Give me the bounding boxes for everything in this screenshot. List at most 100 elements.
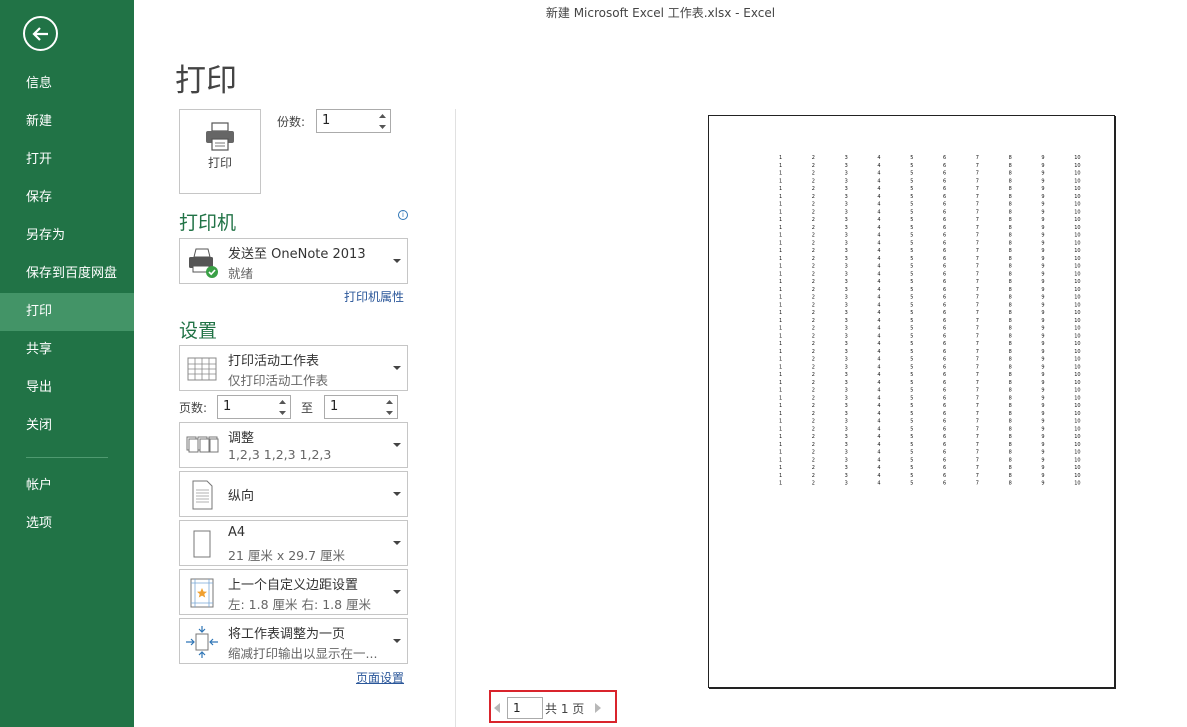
preview-cell: 4	[877, 388, 880, 394]
spin-down-icon[interactable]	[382, 407, 397, 418]
orientation-dropdown[interactable]: 纵向	[179, 471, 408, 517]
scaling-dropdown[interactable]: 将工作表调整为一页 缩减打印输出以显示在一...	[179, 618, 408, 664]
spin-up-icon[interactable]	[275, 396, 290, 407]
preview-cell: 10	[1074, 256, 1080, 262]
print-button-label: 打印	[207, 156, 232, 170]
pages-from-arrows[interactable]	[275, 396, 290, 418]
preview-cell: 8	[1009, 426, 1012, 432]
nav-open[interactable]: 打开	[0, 141, 134, 179]
nav-save[interactable]: 保存	[0, 179, 134, 217]
preview-cell: 2	[812, 442, 815, 448]
preview-cell: 2	[812, 163, 815, 169]
preview-cell: 5	[910, 264, 913, 270]
preview-cell: 5	[910, 202, 913, 208]
pages-from-spinner[interactable]: 1	[217, 395, 291, 419]
preview-cell: 3	[845, 364, 848, 370]
printer-properties-link[interactable]: 打印机属性	[344, 288, 404, 305]
spin-down-icon[interactable]	[275, 407, 290, 418]
pages-to-spinner[interactable]: 1	[324, 395, 398, 419]
preview-cell: 10	[1074, 279, 1080, 285]
copies-spinner[interactable]: 1	[316, 109, 391, 133]
preview-cell: 10	[1074, 209, 1080, 215]
info-icon[interactable]: i	[398, 210, 408, 220]
preview-cell: 2	[812, 457, 815, 463]
preview-cell: 6	[943, 271, 946, 277]
preview-cell: 8	[1009, 388, 1012, 394]
pages-to-value[interactable]: 1	[330, 399, 338, 414]
nav-save-to-baidu[interactable]: 保存到百度网盘	[0, 255, 134, 293]
print-scope-dropdown[interactable]: 打印活动工作表 仅打印活动工作表	[179, 345, 408, 391]
spin-up-icon[interactable]	[375, 110, 390, 121]
preview-cell: 6	[943, 186, 946, 192]
preview-cell: 7	[976, 341, 979, 347]
preview-cell: 4	[877, 380, 880, 386]
previous-page-icon[interactable]	[494, 703, 500, 713]
preview-cell: 5	[910, 442, 913, 448]
next-page-icon[interactable]	[595, 703, 601, 713]
preview-cell: 8	[1009, 155, 1012, 161]
nav-print[interactable]: 打印	[0, 293, 134, 331]
printer-dropdown[interactable]: 发送至 OneNote 2013 就绪	[179, 238, 408, 284]
nav-account[interactable]: 帐户	[0, 467, 134, 505]
preview-cell: 3	[845, 178, 848, 184]
page-setup-link[interactable]: 页面设置	[356, 669, 404, 686]
preview-cell: 3	[845, 233, 848, 239]
preview-cell: 7	[976, 194, 979, 200]
preview-cell: 5	[910, 318, 913, 324]
preview-cell: 1	[779, 178, 782, 184]
preview-cell: 6	[943, 419, 946, 425]
spin-up-icon[interactable]	[382, 396, 397, 407]
nav-close[interactable]: 关闭	[0, 407, 134, 445]
preview-cell: 5	[910, 279, 913, 285]
nav-share[interactable]: 共享	[0, 331, 134, 369]
preview-cell: 3	[845, 295, 848, 301]
preview-cell: 3	[845, 341, 848, 347]
preview-cell: 4	[877, 403, 880, 409]
preview-cell: 10	[1074, 357, 1080, 363]
preview-cell: 4	[877, 364, 880, 370]
margins-dropdown[interactable]: 上一个自定义边距设置 左: 1.8 厘米 右: 1.8 厘米	[179, 569, 408, 615]
preview-cell: 8	[1009, 442, 1012, 448]
sidebar-divider	[26, 457, 108, 458]
copies-spinner-arrows[interactable]	[375, 110, 390, 132]
nav-options[interactable]: 选项	[0, 505, 134, 543]
preview-cell: 7	[976, 426, 979, 432]
preview-cell: 8	[1009, 209, 1012, 215]
print-button[interactable]: 打印	[179, 109, 261, 194]
preview-cell: 2	[812, 349, 815, 355]
preview-cell: 7	[976, 302, 979, 308]
current-page-input[interactable]: 1	[507, 697, 543, 719]
nav-save-as[interactable]: 另存为	[0, 217, 134, 255]
pages-to-arrows[interactable]	[382, 396, 397, 418]
collate-dropdown[interactable]: 调整 1,2,3 1,2,3 1,2,3	[179, 422, 408, 468]
preview-cell: 1	[779, 256, 782, 262]
preview-cell: 7	[976, 186, 979, 192]
preview-cell: 10	[1074, 178, 1080, 184]
paper-size-dropdown[interactable]: A4 21 厘米 x 29.7 厘米	[179, 520, 408, 566]
preview-cell: 2	[812, 395, 815, 401]
preview-cell: 6	[943, 287, 946, 293]
preview-cell: 3	[845, 426, 848, 432]
preview-cell: 6	[943, 209, 946, 215]
preview-cell: 9	[1041, 186, 1044, 192]
preview-cell: 3	[845, 202, 848, 208]
nav-new[interactable]: 新建	[0, 103, 134, 141]
nav-info[interactable]: 信息	[0, 65, 134, 103]
back-button[interactable]	[23, 16, 58, 51]
preview-cell: 3	[845, 419, 848, 425]
copies-value[interactable]: 1	[322, 113, 330, 128]
preview-cell: 1	[779, 163, 782, 169]
preview-cell: 9	[1041, 217, 1044, 223]
preview-cell: 4	[877, 310, 880, 316]
preview-cell: 10	[1074, 403, 1080, 409]
preview-cell: 7	[976, 225, 979, 231]
preview-cell: 1	[779, 279, 782, 285]
spin-down-icon[interactable]	[375, 121, 390, 132]
preview-cell: 5	[910, 426, 913, 432]
nav-export[interactable]: 导出	[0, 369, 134, 407]
print-scope-title: 打印活动工作表	[228, 354, 320, 369]
preview-cell: 5	[910, 372, 913, 378]
preview-cell: 9	[1041, 279, 1044, 285]
preview-cell: 6	[943, 411, 946, 417]
pages-from-value[interactable]: 1	[223, 399, 231, 414]
